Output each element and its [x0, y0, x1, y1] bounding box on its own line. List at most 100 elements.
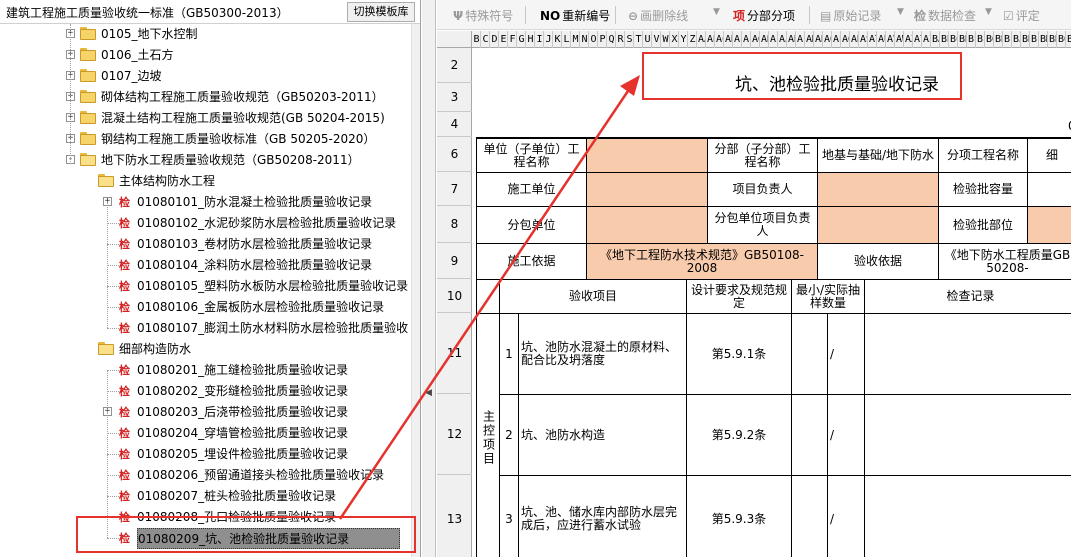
- sub-project-manager-field[interactable]: [817, 206, 939, 244]
- column-header[interactable]: AM: [806, 31, 814, 48]
- tree-folder-node[interactable]: +0106_土石方: [0, 45, 410, 66]
- tree-node-label[interactable]: 01080104_涂料防水层检验批质量验收记录: [137, 255, 372, 276]
- raw-record-button[interactable]: ▤ 原始记录: [820, 7, 881, 25]
- column-header[interactable]: C: [482, 31, 490, 48]
- column-header[interactable]: AC: [716, 31, 724, 48]
- tree-record-node[interactable]: 检 01080208_孔口检验批质量验收记录: [0, 507, 410, 528]
- tree-node-label[interactable]: 地下防水工程质量验收规范（GB50208-2011）: [101, 150, 360, 171]
- tree-record-node[interactable]: 检 01080209_坑、池检验批质量验收记录: [0, 528, 410, 549]
- column-header[interactable]: AE: [734, 31, 742, 48]
- batch-capacity-field[interactable]: [1027, 172, 1071, 207]
- division-name-value[interactable]: 地基与基础/地下防水: [817, 137, 939, 173]
- tree-record-node[interactable]: 检 01080205_埋设件检验批质量验收记录: [0, 444, 410, 465]
- tree-node-label[interactable]: 01080107_膨润土防水材料防水层检验批质量验收: [137, 318, 408, 339]
- tree-node-label[interactable]: 01080206_预留通道接头检验批质量验收记录: [137, 465, 384, 486]
- column-header[interactable]: E: [500, 31, 508, 48]
- tree-node-label[interactable]: 钢结构工程施工质量验收标准（GB 50205-2020）: [101, 129, 375, 150]
- batch-part-field[interactable]: [1027, 206, 1071, 244]
- tree-node-label[interactable]: 01080101_防水混凝土检验批质量验收记录: [137, 192, 372, 213]
- column-header[interactable]: T: [635, 31, 643, 48]
- column-header[interactable]: AB: [707, 31, 715, 48]
- column-header[interactable]: X: [671, 31, 679, 48]
- column-header[interactable]: BI: [1004, 31, 1012, 48]
- column-header[interactable]: Z: [689, 31, 697, 48]
- tree-node-label[interactable]: 01080202_变形缝检验批质量验收记录: [137, 381, 348, 402]
- tree-node-label[interactable]: 01080201_施工缝检验批质量验收记录: [137, 360, 348, 381]
- tree-record-node[interactable]: + 检 01080101_防水混凝土检验批质量验收记录: [0, 192, 410, 213]
- column-header[interactable]: B: [473, 31, 481, 48]
- column-header[interactable]: BP: [1067, 31, 1071, 48]
- column-header[interactable]: AY: [914, 31, 922, 48]
- row-header[interactable]: 3: [437, 83, 472, 112]
- column-header[interactable]: AK: [788, 31, 796, 48]
- collapse-arrow-icon[interactable]: ◀: [425, 388, 432, 398]
- item-min-sample[interactable]: [791, 313, 828, 395]
- tree-node-label[interactable]: 01080106_金属板防水层检验批质量验收记录: [137, 297, 384, 318]
- column-header[interactable]: AS: [860, 31, 868, 48]
- column-header[interactable]: AH: [761, 31, 769, 48]
- tree-record-node[interactable]: 检 01080107_膨润土防水材料防水层检验批质量验收: [0, 318, 410, 339]
- column-header[interactable]: S: [626, 31, 634, 48]
- column-header[interactable]: N: [581, 31, 589, 48]
- tree-node-label[interactable]: 01080205_埋设件检验批质量验收记录: [137, 444, 348, 465]
- column-header[interactable]: J: [545, 31, 553, 48]
- row-header[interactable]: 4: [437, 112, 472, 137]
- subdivision-button[interactable]: 项分部分项: [733, 7, 795, 25]
- tree-node-label[interactable]: 0107_边坡: [101, 66, 162, 87]
- tree-node-label[interactable]: 主体结构防水工程: [119, 171, 215, 192]
- column-header[interactable]: AO: [824, 31, 832, 48]
- tree-record-node[interactable]: 检 01080103_卷材防水层检验批质量验收记录: [0, 234, 410, 255]
- column-header[interactable]: H: [527, 31, 535, 48]
- column-header[interactable]: L: [563, 31, 571, 48]
- column-header[interactable]: O: [590, 31, 598, 48]
- data-check-button[interactable]: 检数据检查: [914, 7, 976, 25]
- tree-node-label[interactable]: 细部构造防水: [119, 339, 191, 360]
- column-header[interactable]: AD: [725, 31, 733, 48]
- tree-record-node[interactable]: 检 01080105_塑料防水板防水层检验批质量验收记录: [0, 276, 410, 297]
- item-min-sample[interactable]: [791, 394, 828, 476]
- switch-template-library-button[interactable]: 切换模板库: [347, 2, 415, 22]
- column-header[interactable]: AQ: [842, 31, 850, 48]
- contractor-field[interactable]: [586, 172, 708, 207]
- column-header[interactable]: AJ: [779, 31, 787, 48]
- tree-node-label[interactable]: 01080105_塑料防水板防水层检验批质量验收记录: [137, 276, 408, 297]
- row-header[interactable]: 13: [437, 475, 472, 557]
- unit-name-field[interactable]: [586, 137, 708, 173]
- document-title[interactable]: 坑、池检验批质量验收记录: [678, 70, 996, 100]
- column-header[interactable]: BB: [941, 31, 949, 48]
- column-header[interactable]: R: [617, 31, 625, 48]
- column-header[interactable]: AU: [878, 31, 886, 48]
- item-actual-sample[interactable]: /: [827, 475, 865, 557]
- column-header[interactable]: K: [554, 31, 562, 48]
- tree-scrollbar[interactable]: [411, 24, 420, 557]
- column-header[interactable]: AZ: [923, 31, 931, 48]
- item-min-sample[interactable]: [791, 475, 828, 557]
- tree-node-label[interactable]: 01080208_孔口检验批质量验收记录: [137, 507, 336, 528]
- row-header[interactable]: 2: [437, 48, 472, 83]
- tree-folder-node[interactable]: +0105_地下水控制: [0, 24, 410, 45]
- tree-node-label[interactable]: 0106_土石方: [101, 45, 174, 66]
- item-check-record[interactable]: [864, 394, 1071, 476]
- column-header[interactable]: AT: [869, 31, 877, 48]
- tree-node-label[interactable]: 01080203_后浇带检验批质量验收记录: [137, 402, 348, 423]
- column-header[interactable]: V: [653, 31, 661, 48]
- sheet-corner[interactable]: [437, 31, 472, 48]
- item-name-value[interactable]: 细: [1027, 137, 1071, 173]
- column-header[interactable]: I: [536, 31, 544, 48]
- tree-node-label[interactable]: 混凝土结构工程施工质量验收规范(GB 50204-2015): [101, 108, 385, 129]
- column-header[interactable]: BC: [950, 31, 958, 48]
- column-header[interactable]: AV: [887, 31, 895, 48]
- column-header[interactable]: BA: [932, 31, 940, 48]
- tree-folder-node[interactable]: +0107_边坡: [0, 66, 410, 87]
- column-header[interactable]: BJ: [1013, 31, 1021, 48]
- column-header[interactable]: BH: [995, 31, 1003, 48]
- column-header[interactable]: Q: [608, 31, 616, 48]
- row-header[interactable]: 10: [437, 279, 472, 313]
- tree-record-node[interactable]: 检 01080206_预留通道接头检验批质量验收记录: [0, 465, 410, 486]
- column-header[interactable]: M: [572, 31, 580, 48]
- project-manager-field[interactable]: [817, 172, 939, 207]
- column-header[interactable]: BK: [1022, 31, 1030, 48]
- column-header[interactable]: AG: [752, 31, 760, 48]
- tree-node-label[interactable]: 01080207_桩头检验批质量验收记录: [137, 486, 336, 507]
- tree-node-label[interactable]: 砌体结构工程施工质量验收规范（GB50203-2011）: [101, 87, 384, 108]
